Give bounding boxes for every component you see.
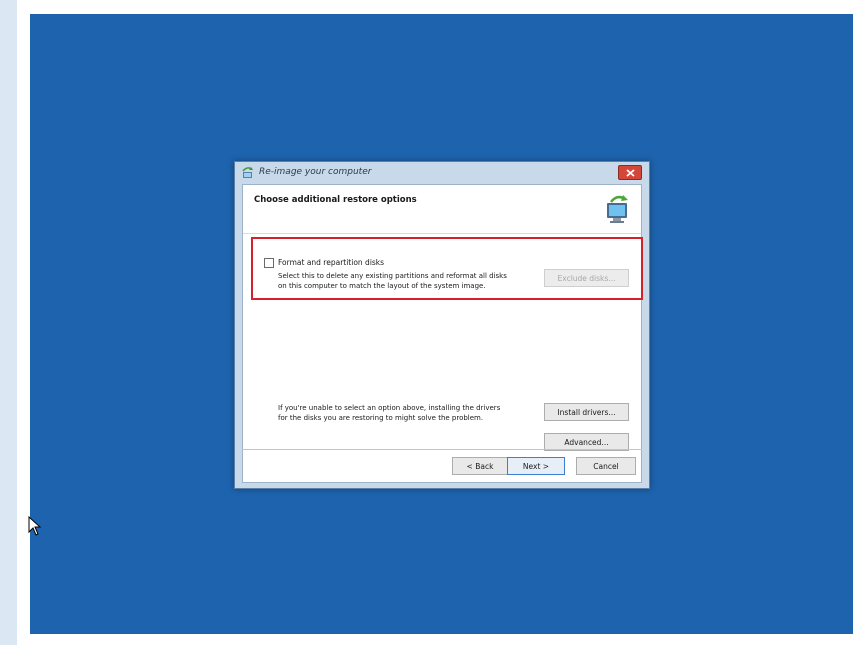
footer-divider xyxy=(242,449,642,450)
drivers-info: If you're unable to select an option abo… xyxy=(278,403,538,423)
format-disks-checkbox[interactable] xyxy=(264,258,274,268)
header-divider xyxy=(243,233,641,234)
description-line: Select this to delete any existing parti… xyxy=(278,272,507,280)
page-title: Choose additional restore options xyxy=(254,195,417,205)
bottom-left-frame xyxy=(0,634,17,645)
back-button[interactable]: < Back xyxy=(452,457,508,475)
title-bar[interactable]: Re-image your computer xyxy=(235,162,649,184)
cancel-button[interactable]: Cancel xyxy=(576,457,636,475)
computer-restore-icon xyxy=(607,195,628,223)
info-line: for the disks you are restoring to might… xyxy=(278,414,484,422)
description-line: on this computer to match the layout of … xyxy=(278,282,486,290)
info-line: If you're unable to select an option abo… xyxy=(278,404,501,412)
left-frame xyxy=(0,0,17,645)
dialog-content: Choose additional restore options Format… xyxy=(242,184,643,483)
next-button[interactable]: Next > xyxy=(507,457,565,475)
install-drivers-button[interactable]: Install drivers... xyxy=(544,403,629,421)
format-disks-label[interactable]: Format and repartition disks xyxy=(278,258,384,267)
reimage-dialog: Re-image your computer Choose additional… xyxy=(234,161,650,489)
bottom-frame xyxy=(0,634,853,645)
exclude-disks-button[interactable]: Exclude disks... xyxy=(544,269,629,287)
close-button[interactable] xyxy=(618,165,642,180)
format-disks-description: Select this to delete any existing parti… xyxy=(278,271,538,291)
restore-icon xyxy=(242,167,253,178)
close-icon xyxy=(626,169,635,177)
window-title: Re-image your computer xyxy=(259,167,372,177)
top-frame xyxy=(0,0,853,14)
mouse-pointer-icon xyxy=(28,516,42,536)
